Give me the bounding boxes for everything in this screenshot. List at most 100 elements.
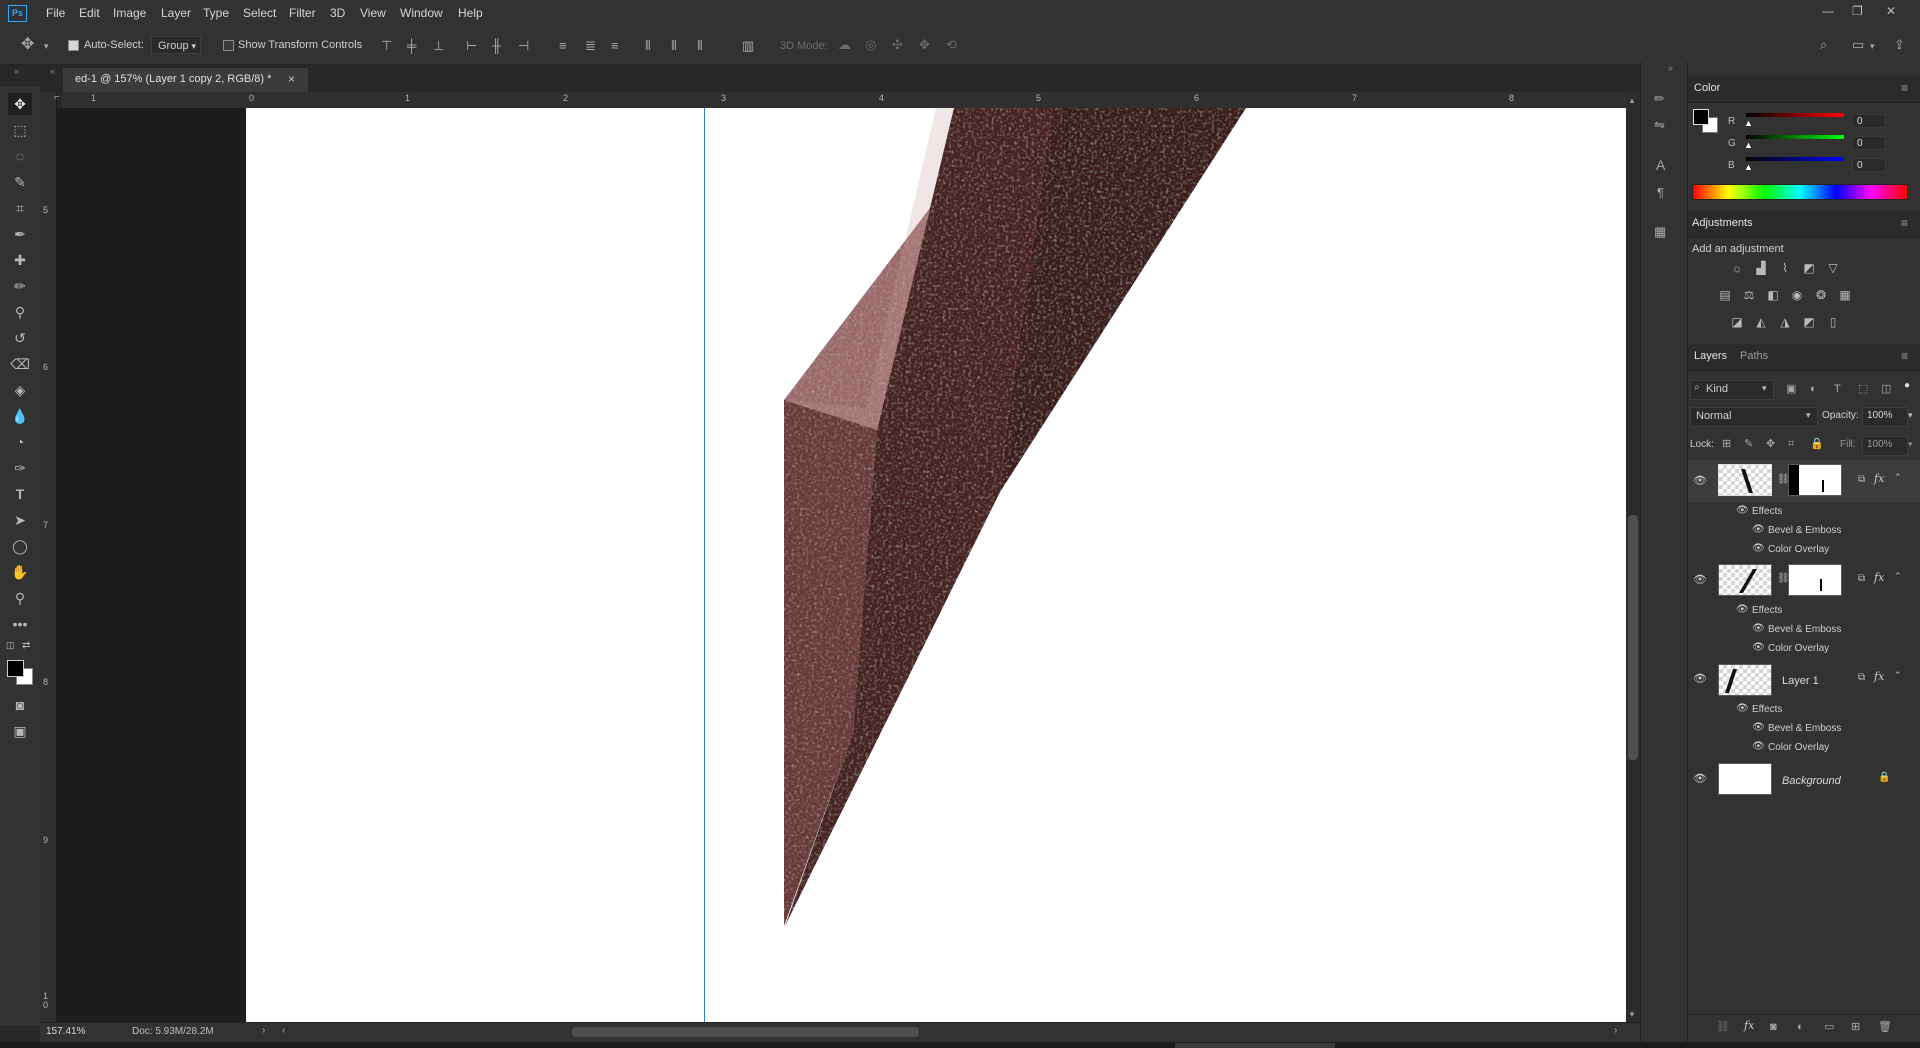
- scroll-left-icon[interactable]: ‹: [282, 1025, 285, 1036]
- vertical-scroll-thumb[interactable]: [1628, 515, 1638, 760]
- layer-thumbnail[interactable]: [1718, 664, 1772, 696]
- channel-mixer-icon[interactable]: ❂: [1812, 288, 1830, 302]
- collapse-effects-icon[interactable]: ⌃: [1894, 571, 1902, 582]
- distribute-bottom-icon[interactable]: ≡: [611, 39, 619, 53]
- align-hcenter-icon[interactable]: ╫: [492, 39, 501, 53]
- search-icon[interactable]: ⌕: [1820, 38, 1827, 52]
- levels-icon[interactable]: ▟: [1752, 261, 1770, 275]
- invert-icon[interactable]: ◪: [1728, 315, 1746, 329]
- lock-all-icon[interactable]: 🔒: [1810, 437, 1824, 451]
- eraser-tool-icon[interactable]: ⌫: [8, 353, 32, 375]
- black-white-icon[interactable]: ◧: [1764, 288, 1782, 302]
- menu-edit[interactable]: Edit: [79, 6, 100, 20]
- effect-bevel-emboss[interactable]: Bevel & Emboss: [1768, 624, 1841, 635]
- panel-menu-icon[interactable]: ≡: [1901, 81, 1908, 95]
- align-left-icon[interactable]: ⊢: [466, 39, 477, 53]
- ellipse-tool-icon[interactable]: ◯: [8, 535, 32, 557]
- effect-bevel-emboss[interactable]: Bevel & Emboss: [1768, 723, 1841, 734]
- hue-saturation-icon[interactable]: ▤: [1716, 288, 1734, 302]
- color-fg-swatch[interactable]: [1693, 109, 1709, 125]
- 3d-slide-icon[interactable]: ✥: [919, 38, 930, 52]
- close-icon[interactable]: ✕: [1886, 4, 1896, 18]
- adjustments-panel-title[interactable]: Adjustments: [1692, 217, 1753, 229]
- restore-icon[interactable]: ❐: [1852, 4, 1863, 18]
- zoom-tool-icon[interactable]: ⚲: [8, 587, 32, 609]
- distribute-hcenter-icon[interactable]: ⦀: [671, 39, 677, 53]
- align-bottom-icon[interactable]: ⊥: [433, 39, 444, 53]
- color-spectrum[interactable]: [1692, 184, 1908, 200]
- layer-thumbnail[interactable]: [1718, 464, 1772, 496]
- collapse-dock-icon[interactable]: »: [1668, 63, 1673, 73]
- 3d-scale-icon[interactable]: ⟲: [946, 38, 957, 52]
- blue-value-field[interactable]: 0: [1852, 158, 1886, 172]
- gradient-map-icon[interactable]: ▯: [1824, 315, 1842, 329]
- green-value-field[interactable]: 0: [1852, 136, 1886, 150]
- smart-filter-icon[interactable]: ⧉: [1858, 474, 1865, 485]
- horizontal-scroll-thumb[interactable]: [572, 1027, 919, 1037]
- menu-filter[interactable]: Filter: [289, 6, 316, 20]
- effect-visibility-icon[interactable]: 👁: [1752, 524, 1765, 535]
- character-panel-icon[interactable]: A: [1656, 158, 1665, 172]
- brush-tool-icon[interactable]: ✏: [8, 275, 32, 297]
- menu-select[interactable]: Select: [243, 6, 276, 20]
- brightness-contrast-icon[interactable]: ☼: [1728, 261, 1746, 275]
- collapse-effects-icon[interactable]: ⌃: [1894, 472, 1902, 483]
- ruler-origin-icon[interactable]: ⌐: [54, 92, 60, 103]
- hand-tool-icon[interactable]: ✋: [8, 561, 32, 583]
- tab-paths[interactable]: Paths: [1740, 350, 1768, 362]
- filter-shape-icon[interactable]: ⬚: [1858, 382, 1868, 396]
- 3d-pan-icon[interactable]: ✣: [892, 38, 903, 52]
- exposure-icon[interactable]: ◩: [1800, 261, 1818, 275]
- tab-layers[interactable]: Layers: [1694, 350, 1727, 362]
- type-tool-icon[interactable]: T: [8, 483, 32, 505]
- screen-mode-icon[interactable]: ▣: [8, 720, 32, 742]
- posterize-icon[interactable]: ◭: [1752, 315, 1770, 329]
- blue-slider[interactable]: [1746, 157, 1844, 161]
- filter-smart-object-icon[interactable]: ◫: [1881, 382, 1891, 396]
- history-brush-tool-icon[interactable]: ↺: [8, 327, 32, 349]
- scroll-down-icon[interactable]: ▼: [1628, 1010, 1636, 1019]
- document-canvas[interactable]: [246, 108, 1626, 1022]
- lock-image-icon[interactable]: ✎: [1744, 437, 1753, 451]
- 3d-orbit-icon[interactable]: ☁: [838, 38, 851, 52]
- layer-thumbnail[interactable]: [1718, 763, 1772, 795]
- status-menu-icon[interactable]: ›: [262, 1025, 265, 1036]
- move-tool-icon[interactable]: ✥: [8, 93, 32, 115]
- quick-mask-icon[interactable]: ◙: [8, 694, 32, 716]
- collapse-toolbar-icon[interactable]: »: [14, 66, 19, 76]
- lock-position-icon[interactable]: ✥: [1766, 437, 1775, 451]
- layer-mask-thumbnail[interactable]: [1788, 564, 1842, 596]
- selective-color-icon[interactable]: ◩: [1800, 315, 1818, 329]
- menu-3d[interactable]: 3D: [330, 6, 345, 20]
- libraries-icon[interactable]: ▦: [1654, 225, 1666, 239]
- clone-stamp-tool-icon[interactable]: ⚲: [8, 301, 32, 323]
- add-style-fx-icon[interactable]: fx: [1744, 1019, 1754, 1032]
- distribute-left-icon[interactable]: ⦀: [645, 39, 651, 53]
- layer-name[interactable]: Layer 1: [1782, 675, 1819, 687]
- filter-type-icon[interactable]: T: [1834, 382, 1841, 396]
- new-layer-icon[interactable]: ⊞: [1851, 1020, 1860, 1034]
- swap-colors-icon[interactable]: ⇄: [22, 640, 30, 651]
- visibility-eye-icon[interactable]: 👁: [1693, 772, 1707, 785]
- red-slider[interactable]: [1746, 113, 1844, 117]
- red-slider-handle-icon[interactable]: ▲: [1744, 118, 1753, 128]
- path-selection-tool-icon[interactable]: ➤: [8, 509, 32, 531]
- align-top-icon[interactable]: ⊤: [381, 39, 392, 53]
- collapse-effects-icon[interactable]: ⌃: [1894, 670, 1902, 681]
- lasso-tool-icon[interactable]: ◌: [8, 145, 32, 167]
- distribute-top-icon[interactable]: ≡: [559, 39, 567, 53]
- red-value-field[interactable]: 0: [1852, 114, 1886, 128]
- panel-menu-icon[interactable]: ≡: [1901, 216, 1908, 230]
- fx-icon[interactable]: fx: [1874, 670, 1884, 683]
- photo-filter-icon[interactable]: ◉: [1788, 288, 1806, 302]
- show-transform-checkbox[interactable]: [223, 40, 234, 51]
- fx-icon[interactable]: fx: [1874, 472, 1884, 485]
- filter-adjustment-icon[interactable]: ◐: [1810, 382, 1817, 396]
- paragraph-panel-icon[interactable]: ¶: [1657, 186, 1664, 200]
- panel-menu-icon[interactable]: ≡: [1901, 349, 1908, 363]
- color-lookup-icon[interactable]: ▦: [1836, 288, 1854, 302]
- zoom-level[interactable]: 157.41%: [46, 1026, 85, 1037]
- color-balance-icon[interactable]: ⚖: [1740, 288, 1758, 302]
- default-colors-icon[interactable]: ◫: [6, 640, 15, 651]
- menu-view[interactable]: View: [360, 6, 386, 20]
